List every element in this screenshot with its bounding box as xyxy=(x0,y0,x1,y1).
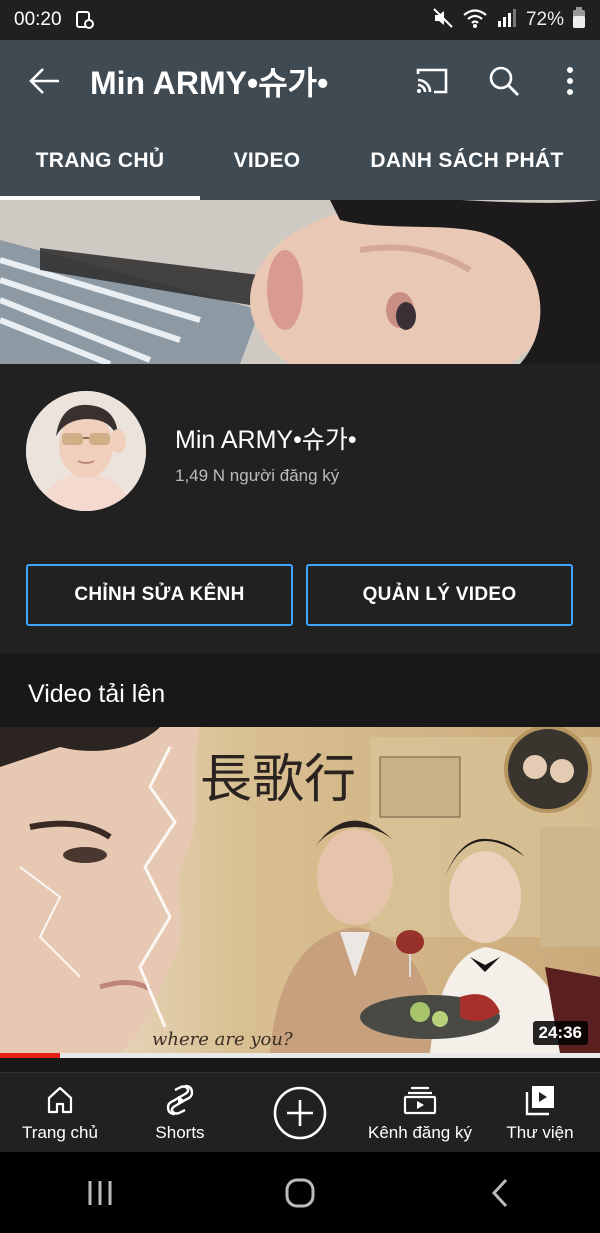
search-icon xyxy=(489,66,519,96)
more-vertical-icon xyxy=(567,67,573,95)
recent-apps-button[interactable] xyxy=(0,1152,200,1233)
nav-home[interactable]: Trang chủ xyxy=(0,1073,120,1153)
mute-icon xyxy=(432,7,454,34)
back-arrow-icon xyxy=(29,68,59,94)
nav-home-label: Trang chủ xyxy=(22,1123,98,1142)
manage-videos-button[interactable]: QUẢN LÝ VIDEO xyxy=(306,564,573,626)
watch-progress-fill xyxy=(0,1053,60,1058)
back-chevron-icon xyxy=(491,1178,508,1207)
search-button[interactable] xyxy=(468,40,540,122)
nav-library-label: Thư viện xyxy=(506,1123,574,1142)
nav-subscriptions-label: Kênh đăng ký xyxy=(368,1123,472,1142)
uploads-section-title: Video tải lên xyxy=(28,680,166,708)
tab-videos[interactable]: VIDEO xyxy=(200,122,334,200)
watch-progress-bar xyxy=(0,1053,600,1058)
home-icon xyxy=(47,1086,73,1114)
subscriber-count: 1,49 N người đăng ký xyxy=(175,466,340,485)
cast-button[interactable] xyxy=(396,40,468,122)
channel-name: Min ARMY•슈가• xyxy=(175,426,357,454)
nav-shorts[interactable]: Shorts xyxy=(120,1073,240,1153)
battery-icon xyxy=(572,6,586,34)
app-bar: Min ARMY•슈가• xyxy=(0,40,600,122)
channel-avatar[interactable] xyxy=(26,391,146,511)
system-navigation-bar xyxy=(0,1152,600,1233)
edit-channel-button[interactable]: CHỈNH SỬA KÊNH xyxy=(26,564,293,626)
library-icon xyxy=(525,1086,554,1116)
subscriptions-icon xyxy=(403,1086,437,1115)
nav-subscriptions[interactable]: Kênh đăng ký xyxy=(360,1073,480,1153)
nav-create[interactable] xyxy=(240,1073,360,1153)
recent-apps-icon xyxy=(88,1180,112,1205)
create-icon xyxy=(273,1086,327,1140)
home-circle-icon xyxy=(285,1178,315,1207)
nav-shorts-label: Shorts xyxy=(155,1123,205,1142)
battery-percent: 72% xyxy=(525,9,564,30)
app-title: Min ARMY•슈가• xyxy=(90,65,329,101)
shorts-icon xyxy=(166,1084,194,1116)
video-duration: 24:36 xyxy=(532,1021,588,1045)
channel-header: Min ARMY•슈가• 1,49 N người đăng ký CHỈNH … xyxy=(0,364,600,654)
signal-icon xyxy=(496,7,518,34)
channel-tabs: TRANG CHỦ VIDEO DANH SÁCH PHÁT xyxy=(0,122,600,200)
back-system-button[interactable] xyxy=(400,1152,600,1233)
calligraphy-text: 長歌行 xyxy=(200,750,356,810)
tab-home[interactable]: TRANG CHỦ xyxy=(0,122,200,200)
wifi-icon xyxy=(462,7,488,34)
back-button[interactable] xyxy=(0,40,90,122)
video-thumbnail[interactable]: 長歌行 where are you? 24:36 xyxy=(0,727,600,1053)
status-time: 00:20 xyxy=(14,9,62,30)
screen-recorder-icon xyxy=(74,9,96,31)
nav-library[interactable]: Thư viện xyxy=(480,1073,600,1153)
thumbnail-overlay-text: where are you? xyxy=(152,1029,293,1050)
more-options-button[interactable] xyxy=(540,40,600,122)
bottom-navigation: Trang chủ Shorts Kênh đăng ký Thư viện xyxy=(0,1072,600,1152)
status-icons: 72% xyxy=(432,6,586,34)
channel-banner xyxy=(0,200,600,364)
status-bar: 00:20 72% xyxy=(0,0,600,40)
home-system-button[interactable] xyxy=(200,1152,400,1233)
tab-playlists[interactable]: DANH SÁCH PHÁT xyxy=(334,122,600,200)
cast-icon xyxy=(416,68,448,94)
